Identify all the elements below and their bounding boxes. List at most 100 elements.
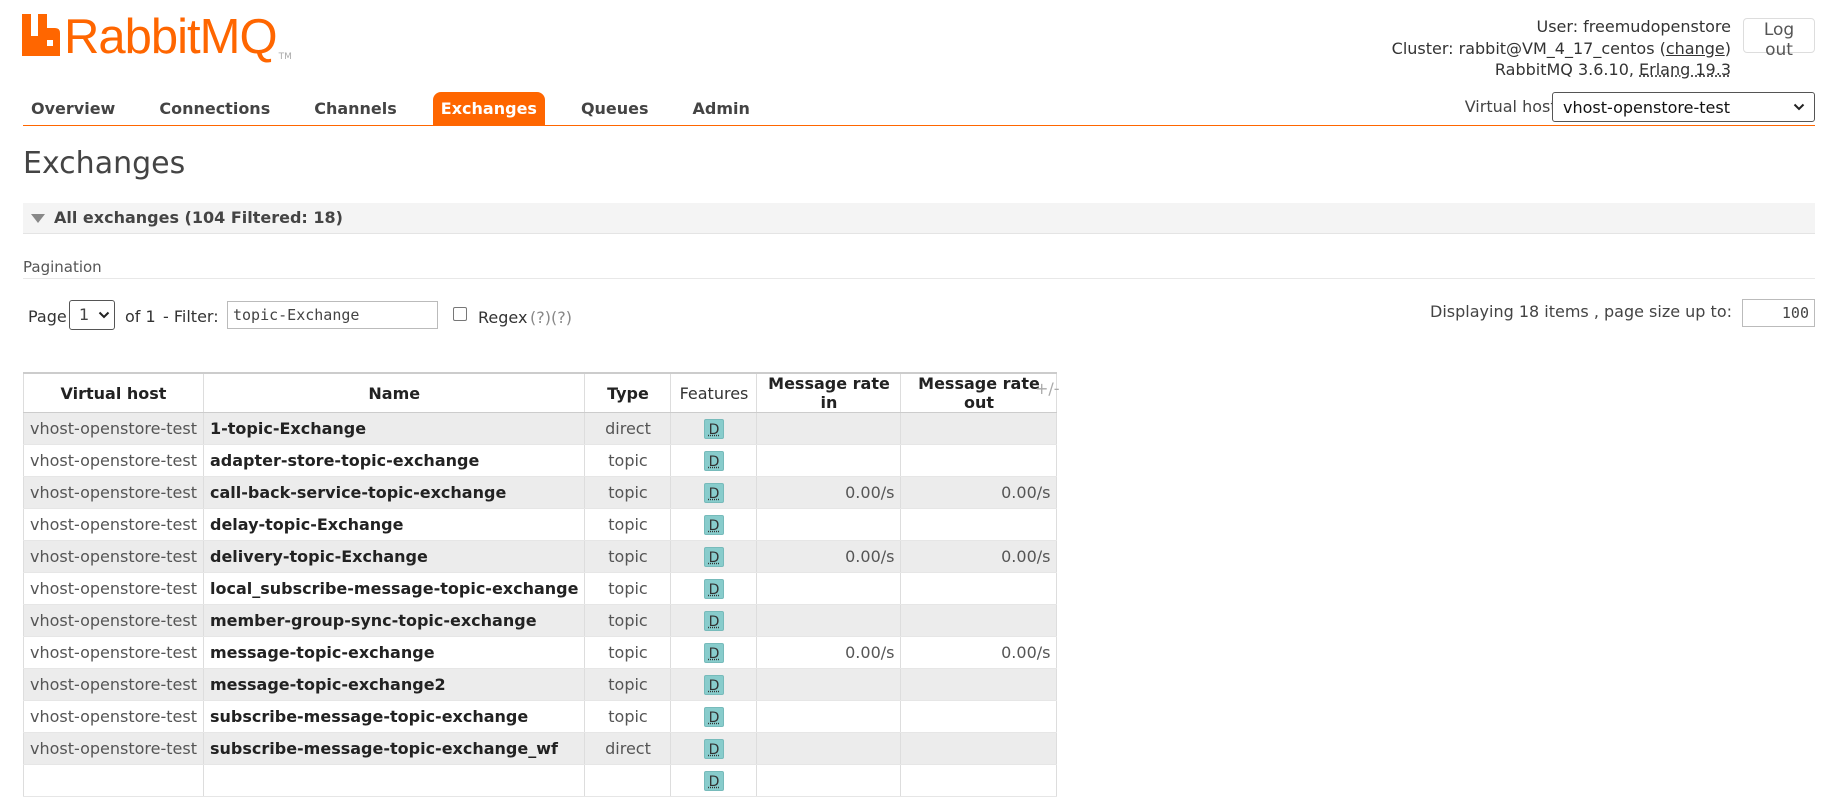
cell-features: D xyxy=(670,444,758,477)
durable-badge: D xyxy=(703,546,724,567)
table-row: vhost-openstore-test adapter-store-topic-… xyxy=(23,444,1058,477)
cell-rate-in xyxy=(756,572,902,605)
filter-input[interactable]: topic-Exchange xyxy=(227,301,438,329)
cell-rate-out xyxy=(900,764,1058,797)
cell-type: topic xyxy=(584,668,672,701)
cell-features: D xyxy=(670,572,758,605)
exchange-name-link[interactable]: message-topic-exchange2 xyxy=(202,668,586,701)
pagination-heading: Pagination xyxy=(23,258,102,276)
exchanges-table: Virtual host Name Type Features Message … xyxy=(23,372,1058,797)
durable-badge: D xyxy=(703,610,724,631)
table-row: vhost-openstore-test 1-topic-Exchange dire… xyxy=(23,412,1058,445)
tab-exchanges[interactable]: Exchanges xyxy=(432,92,545,125)
cell-rate-in xyxy=(756,508,902,541)
user-line: User: freemudopenstore xyxy=(1392,16,1732,38)
user-name: freemudopenstore xyxy=(1583,17,1731,36)
cell-features: D xyxy=(670,668,758,701)
chevron-down-icon xyxy=(98,311,110,319)
exchange-name-link[interactable]: adapter-store-topic-exchange xyxy=(202,444,586,477)
cell-features: D xyxy=(670,764,758,797)
col-header-rate-in[interactable]: Message rate in xyxy=(756,372,902,413)
regex-checkbox[interactable] xyxy=(453,307,467,321)
regex-help-links[interactable]: (?)(?) xyxy=(530,308,572,327)
cell-rate-out xyxy=(900,508,1058,541)
table-row: vhost-openstore-test member-group-sync-to… xyxy=(23,604,1058,637)
cell-features: D xyxy=(670,636,758,669)
cell-virtual-host: vhost-openstore-test xyxy=(23,444,204,477)
col-header-rate-out[interactable]: Message rate out xyxy=(900,372,1058,413)
cell-features: D xyxy=(670,476,758,509)
exchange-name-link[interactable]: local_subscribe-message-topic-exchange xyxy=(202,572,586,605)
logout-button[interactable]: Log out xyxy=(1743,18,1815,60)
durable-badge: D xyxy=(703,418,724,439)
cell-rate-in xyxy=(756,412,902,445)
exchange-name-link[interactable] xyxy=(202,764,586,797)
cell-virtual-host: vhost-openstore-test xyxy=(23,508,204,541)
exchange-name-link[interactable]: call-back-service-topic-exchange xyxy=(202,476,586,509)
page-count-text: of 1 xyxy=(125,307,156,326)
pagination-divider xyxy=(23,278,1815,279)
col-header-features: Features xyxy=(670,372,758,413)
tab-channels[interactable]: Channels xyxy=(306,92,405,125)
durable-badge: D xyxy=(703,674,724,695)
col-header-name[interactable]: Name xyxy=(202,372,586,413)
cell-type: topic xyxy=(584,444,672,477)
exchange-name-link[interactable]: delivery-topic-Exchange xyxy=(202,540,586,573)
cell-features: D xyxy=(670,700,758,733)
change-cluster-link[interactable]: change xyxy=(1666,39,1725,58)
rabbitmq-logo[interactable]: RabbitMQ TM xyxy=(22,13,292,64)
cell-type: direct xyxy=(584,412,672,445)
cluster-line: Cluster: rabbit@VM_4_17_centos (change) xyxy=(1391,38,1731,58)
exchange-name-link[interactable]: message-topic-exchange xyxy=(202,636,586,669)
collapse-triangle-icon xyxy=(31,214,45,223)
table-row: vhost-openstore-test call-back-service-to… xyxy=(23,476,1058,509)
tab-queues[interactable]: Queues xyxy=(573,92,657,125)
durable-badge: D xyxy=(703,578,724,599)
cell-virtual-host: vhost-openstore-test xyxy=(23,668,204,701)
vhost-select[interactable]: vhost-openstore-test xyxy=(1552,92,1815,122)
table-row: vhost-openstore-test subscribe-message-to… xyxy=(23,732,1058,765)
tab-connections[interactable]: Connections xyxy=(151,92,278,125)
cell-rate-out xyxy=(900,700,1058,733)
exchange-name-link[interactable]: member-group-sync-topic-exchange xyxy=(202,604,586,637)
durable-badge: D xyxy=(703,642,724,663)
version-line: RabbitMQ 3.6.10, Erlang 19.3 xyxy=(1392,59,1731,81)
exchange-name-link[interactable]: 1-topic-Exchange xyxy=(202,412,586,445)
cell-type: topic xyxy=(584,508,672,541)
durable-badge: D xyxy=(703,706,724,727)
page-size-input[interactable]: 100 xyxy=(1742,299,1815,327)
cell-rate-out xyxy=(900,732,1058,765)
cell-rate-out: 0.00/s xyxy=(900,636,1058,669)
cell-virtual-host: vhost-openstore-test xyxy=(23,604,204,637)
exchange-name-link[interactable]: subscribe-message-topic-exchange_wf xyxy=(202,732,586,765)
cell-virtual-host xyxy=(23,764,204,797)
cell-features: D xyxy=(670,604,758,637)
tab-overview[interactable]: Overview xyxy=(23,92,123,125)
cell-features: D xyxy=(670,412,758,445)
page-select-value: 1 xyxy=(79,305,90,324)
cell-rate-out xyxy=(900,604,1058,637)
durable-badge: D xyxy=(703,770,724,791)
cell-features: D xyxy=(670,732,758,765)
col-header-type[interactable]: Type xyxy=(584,372,672,413)
all-exchanges-section-toggle[interactable]: All exchanges (104 Filtered: 18) xyxy=(23,203,1815,234)
cell-features: D xyxy=(670,540,758,573)
erlang-version[interactable]: Erlang 19.3 xyxy=(1639,60,1731,79)
vhost-label: Virtual host: xyxy=(1464,97,1562,116)
user-label: User: xyxy=(1536,17,1579,36)
cell-type: topic xyxy=(584,700,672,733)
tab-admin[interactable]: Admin xyxy=(685,92,758,125)
section-title: All exchanges (104 Filtered: 18) xyxy=(54,208,343,227)
cluster-label: Cluster: xyxy=(1391,38,1454,58)
col-header-virtual-host[interactable]: Virtual host xyxy=(23,372,204,413)
columns-toggle[interactable]: +/- xyxy=(1035,379,1060,398)
cell-virtual-host: vhost-openstore-test xyxy=(23,540,204,573)
page-select[interactable]: 1 xyxy=(69,300,115,330)
cell-rate-in: 0.00/s xyxy=(756,476,902,509)
cell-virtual-host: vhost-openstore-test xyxy=(23,636,204,669)
exchange-name-link[interactable]: subscribe-message-topic-exchange xyxy=(202,700,586,733)
durable-badge: D xyxy=(703,514,724,535)
nav-divider xyxy=(23,125,1815,126)
exchange-name-link[interactable]: delay-topic-Exchange xyxy=(202,508,586,541)
regex-label: Regex xyxy=(478,308,528,327)
